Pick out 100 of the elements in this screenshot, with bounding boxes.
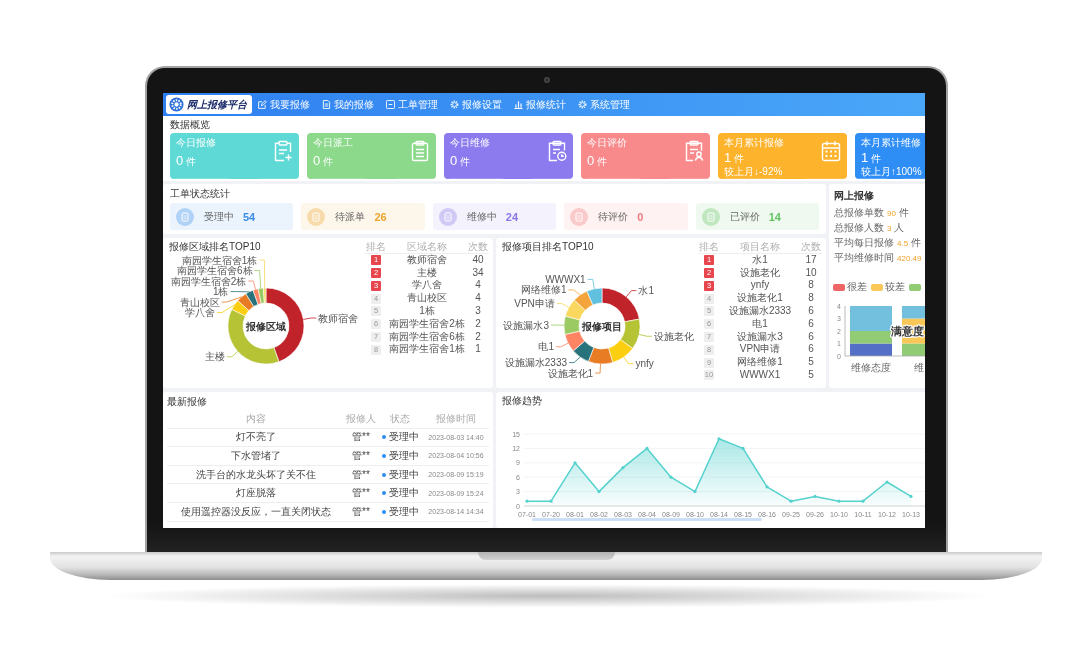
card-unit: 件: [460, 156, 471, 168]
donut-slice: [564, 330, 585, 352]
section-title: 工单状态统计: [170, 187, 230, 200]
clipboard-plus-icon: [273, 140, 293, 162]
leader-line: [555, 342, 569, 348]
table-cell-text: 6: [807, 317, 815, 331]
column-header: 次数: [800, 241, 822, 254]
axis-label: 维修态度: [851, 361, 891, 373]
leader-line: [623, 356, 634, 365]
status-label: 已评价: [729, 210, 760, 223]
status-count: 24: [505, 210, 519, 223]
clipboard-user-icon: [684, 140, 704, 162]
table-cell-text: ynfy: [749, 279, 771, 293]
nav-link[interactable]: 我的报修: [322, 97, 374, 112]
column-header: 排名: [698, 241, 720, 254]
table-cell-text: 设施漏水2333: [727, 305, 793, 318]
table-cell-text: 设施老化1: [736, 292, 784, 305]
stat-label: 平均每日报修: [834, 236, 894, 250]
data-point: [765, 485, 769, 489]
slice-label: 南园学生宿舍2栋: [170, 275, 247, 287]
status-text: 受理中: [388, 430, 419, 445]
minus-square-icon: [386, 100, 395, 109]
slice-label: 设施漏水2333: [504, 357, 568, 369]
card-unit: 件: [323, 156, 334, 168]
data-point: [789, 499, 793, 503]
calendar-icon: [821, 140, 841, 162]
leader-line: [568, 289, 581, 296]
column-header: 内容: [167, 410, 345, 429]
nav-link[interactable]: 报修统计: [514, 97, 566, 112]
table-cell-text: 南园学生宿舍1栋: [388, 343, 466, 357]
status-dot-icon: [381, 435, 386, 440]
card-label: 今日派工: [313, 137, 353, 149]
webcam-icon: [544, 77, 550, 83]
clipboard-clock-icon: [547, 140, 567, 162]
table-cell-text: 主楼: [416, 266, 438, 280]
card-unit: 件: [186, 156, 197, 168]
axis-label: 维: [914, 361, 924, 373]
data-point: [525, 499, 529, 503]
slice-label: 设施老化1: [547, 367, 594, 379]
table-cell-text: 8: [807, 292, 815, 305]
status-label: 待评价: [598, 210, 629, 223]
status-label: 受理中: [204, 210, 234, 223]
column-header: 次数: [467, 241, 489, 254]
data-point: [621, 466, 625, 470]
column-header: 报修人: [345, 410, 377, 429]
card-label: 今日评价: [587, 137, 627, 149]
column-header: 项目名称: [720, 241, 800, 254]
column-header: 状态: [377, 410, 423, 429]
nav-link[interactable]: 系统管理: [578, 97, 630, 112]
data-point: [597, 490, 601, 494]
table-cell-text: 5: [807, 356, 815, 369]
slice-label: 南园学生宿舍1栋: [181, 254, 258, 266]
table-cell: 管**: [345, 502, 377, 522]
clipboard-icon: [701, 207, 720, 226]
stat-value: 420.49: [897, 253, 922, 265]
status-dot-icon: [381, 454, 386, 458]
leader-line: [587, 279, 595, 290]
legend-label: 很差: [847, 282, 867, 292]
nav-link[interactable]: 报修设置: [450, 97, 502, 112]
donut-slice: [565, 299, 586, 321]
table-cell-text: 电1: [751, 317, 769, 331]
leader-line: [568, 356, 581, 363]
table-cell-text: 4: [474, 292, 482, 305]
card-value: 0: [313, 154, 321, 168]
table-cell-text: 34: [471, 266, 485, 280]
status-dot-icon: [381, 472, 386, 477]
table-cell-text: 1: [474, 343, 482, 357]
table-cell-text: 40: [471, 253, 485, 267]
section-title: 数据概览: [170, 118, 210, 131]
table-cell-text: 6: [807, 343, 815, 357]
leader-line: [625, 290, 637, 298]
data-point: [573, 461, 577, 465]
table-cell-text: 17: [804, 253, 818, 267]
slice-label: 设施漏水3: [503, 319, 549, 331]
column-header: 报修时间: [423, 410, 489, 429]
leader-line: [550, 324, 565, 326]
slice-label: 教师宿舍: [318, 312, 359, 324]
leader-line: [226, 351, 239, 358]
data-point: [909, 494, 913, 498]
table-cell-text: 1栋: [418, 305, 436, 318]
card-label: 今日维修: [450, 137, 490, 149]
panel-title: 网上报修: [834, 190, 874, 202]
table-cell-text: 2: [474, 317, 482, 331]
slice-label: 设施老化: [653, 330, 694, 342]
data-point: [813, 494, 817, 498]
status-text: 受理中: [388, 467, 419, 482]
data-point: [693, 490, 697, 494]
table-cell-text: 网络维修1: [736, 356, 784, 369]
nav-link[interactable]: 我要报修: [258, 97, 310, 112]
leader-line: [556, 303, 570, 308]
zoom-scrollbar[interactable]: [532, 518, 762, 521]
table-cell-text: 6: [807, 330, 815, 344]
edit-icon: [258, 100, 267, 109]
panel-title: 报修项目排名TOP10: [502, 241, 594, 253]
nav-link[interactable]: 工单管理: [386, 97, 438, 112]
table-cell-text: 水1: [751, 253, 769, 267]
donut-slice: [563, 315, 581, 335]
clipboard-icon: [307, 207, 326, 226]
document-icon: [322, 100, 331, 109]
table-cell-text: 6: [807, 305, 815, 318]
